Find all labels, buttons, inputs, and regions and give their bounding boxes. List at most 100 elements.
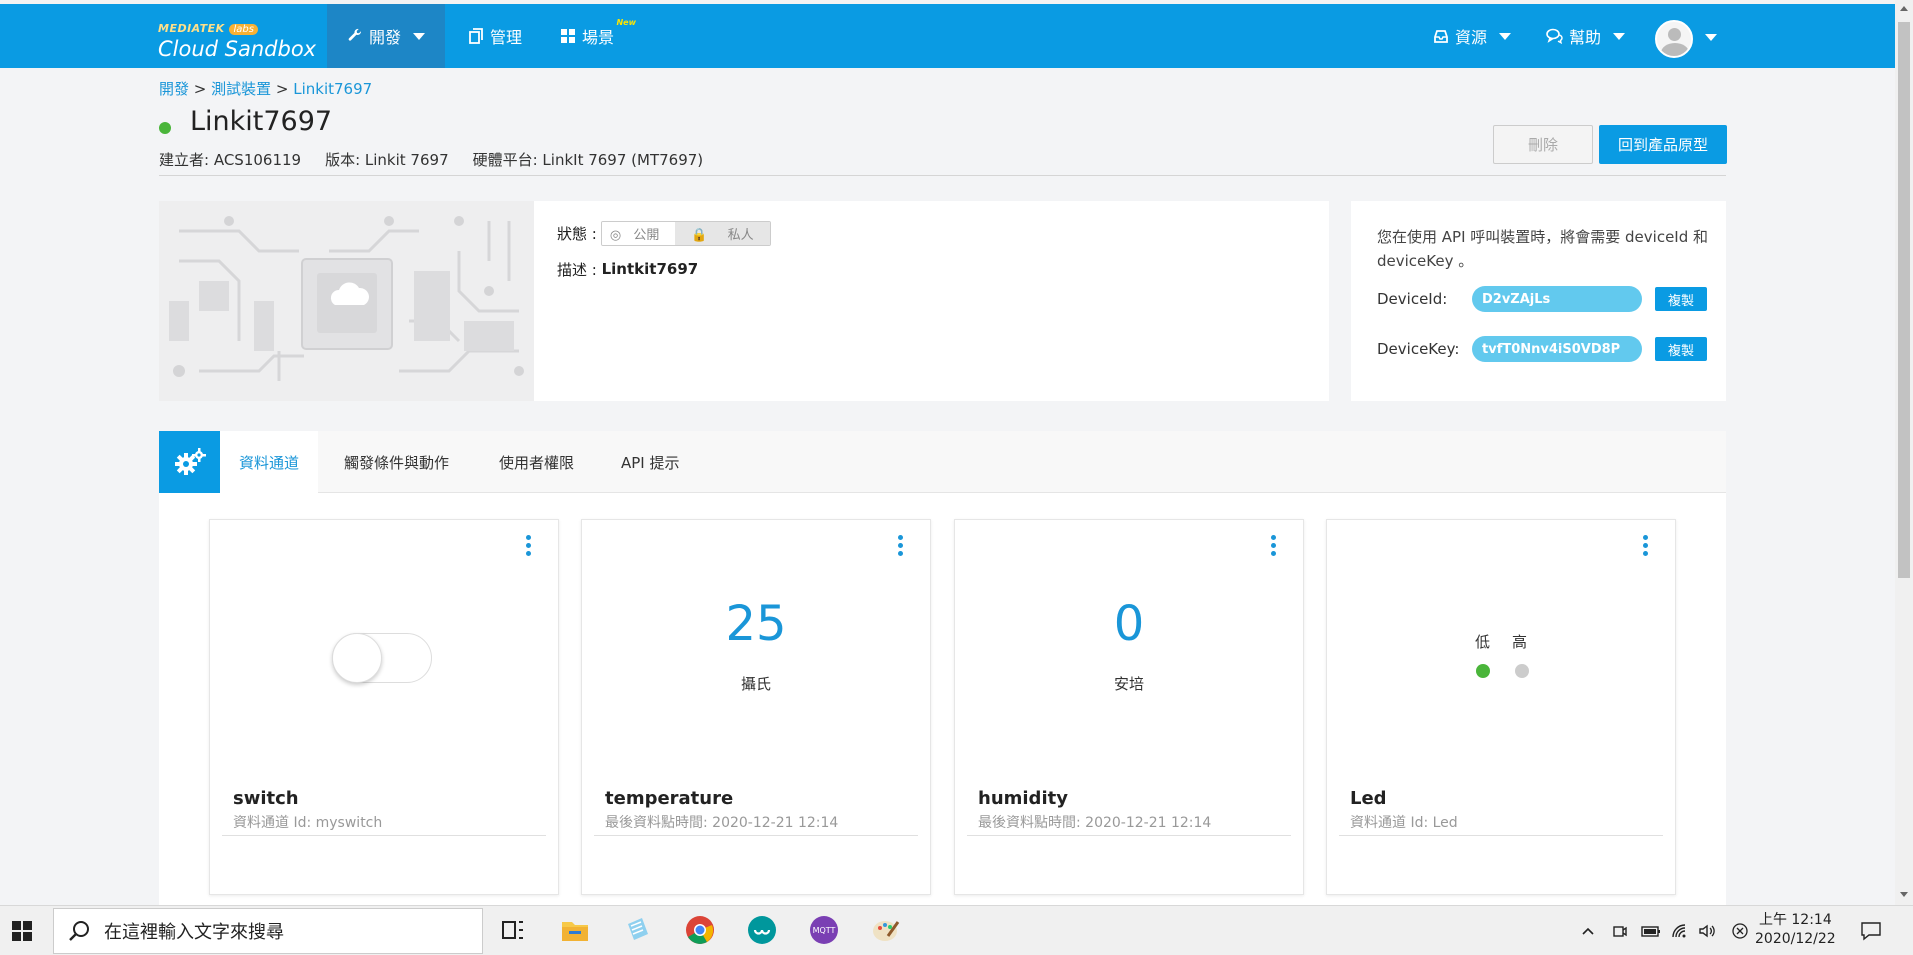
paint-icon[interactable] — [870, 914, 902, 946]
delete-button[interactable]: 刪除 — [1493, 125, 1593, 164]
vertical-scrollbar[interactable] — [1895, 0, 1913, 905]
private-option[interactable]: 🔒 私人 — [675, 221, 770, 245]
humidity-unit: 安培 — [1113, 675, 1144, 693]
nav-scenes-label: 場景 — [582, 28, 615, 47]
led-state-labels: 低 高 — [1475, 631, 1527, 652]
nav-help[interactable]: 幫助 — [1526, 4, 1645, 68]
nav-manage[interactable]: 管理 — [448, 4, 542, 68]
svg-text:MQTT: MQTT — [813, 926, 836, 935]
device-key-value[interactable]: tvfT0Nnv4iS0VD8P — [1472, 336, 1642, 362]
more-vertical-icon[interactable] — [898, 535, 904, 559]
visibility-toggle[interactable]: ◎ 公開 🔒 私人 — [600, 220, 771, 246]
device-platform: 硬體平台: LinkIt 7697 (MT7697) — [472, 151, 704, 169]
notification-icon[interactable] — [1860, 906, 1882, 955]
brand-logo[interactable]: MEDIATEK labs Cloud Sandbox — [158, 18, 316, 61]
nav-develop[interactable]: 開發 — [327, 4, 446, 68]
volume-icon[interactable] — [1698, 906, 1716, 955]
more-vertical-icon[interactable] — [1643, 535, 1649, 559]
arduino-icon[interactable] — [746, 914, 778, 946]
channel-name: humidity — [978, 788, 1068, 809]
breadcrumb-current[interactable]: Linkit7697 — [293, 80, 372, 98]
top-navbar: MEDIATEK labs Cloud Sandbox 開發 管理 場景 New… — [0, 0, 1895, 68]
last-datapoint-time: 最後資料點時間: 2020-12-21 12:14 — [978, 815, 1212, 831]
device-info: 狀態 : ◎ 公開 🔒 私人 描述 : Lintkit7697 — [557, 220, 771, 281]
breadcrumb-separator: > — [271, 80, 294, 98]
ime-off-icon[interactable] — [1731, 906, 1749, 955]
status-row: 狀態 : ◎ 公開 🔒 私人 — [557, 220, 771, 246]
lock-icon: 🔒 — [691, 227, 708, 243]
device-id-row: DeviceId: D2vZAjLs 複製 — [1377, 286, 1707, 312]
chevron-down-icon — [1613, 32, 1626, 40]
switch-toggle[interactable] — [332, 633, 432, 683]
device-key-row: DeviceKey: tvfT0Nnv4iS0VD8P 複製 — [1377, 336, 1707, 362]
user-avatar[interactable] — [1655, 20, 1693, 58]
tab-user-permissions[interactable]: 使用者權限 — [480, 431, 593, 493]
more-vertical-icon[interactable] — [526, 535, 532, 559]
grid-icon — [561, 29, 575, 43]
tab-triggers-actions[interactable]: 觸發條件與動作 — [325, 431, 468, 493]
windows-start-icon[interactable] — [12, 921, 32, 941]
wifi-icon[interactable] — [1671, 906, 1689, 955]
circuit-board-icon — [169, 216, 524, 381]
device-board-image — [159, 201, 534, 401]
channel-card-switch: switch 資料通道 Id: myswitch — [209, 519, 559, 895]
channel-id: 資料通道 Id: myswitch — [233, 815, 383, 831]
scroll-down-icon[interactable] — [1900, 892, 1908, 897]
nav-resources-label: 資源 — [1455, 28, 1488, 47]
led-low-radio[interactable] — [1476, 664, 1490, 678]
show-hidden-icons-chevron-icon[interactable] — [1580, 906, 1596, 955]
windows-taskbar: 在這裡輸入文字來搜尋 MQTT 上午 12:14 2020/12/22 — [0, 905, 1913, 955]
inbox-icon — [1434, 30, 1448, 43]
description-value: Lintkit7697 — [601, 260, 699, 278]
data-channels-panel: switch 資料通道 Id: myswitch 25 攝氏 temperatu… — [159, 493, 1726, 905]
scroll-up-icon[interactable] — [1900, 6, 1908, 11]
more-vertical-icon[interactable] — [1271, 535, 1277, 559]
gears-icon — [159, 431, 220, 493]
copy-icon — [469, 28, 483, 44]
card-divider — [222, 835, 546, 836]
back-to-prototype-button[interactable]: 回到產品原型 — [1599, 125, 1727, 164]
copy-device-id-button[interactable]: 複製 — [1655, 287, 1707, 311]
battery-icon[interactable] — [1641, 906, 1661, 955]
task-view-icon[interactable] — [497, 914, 529, 946]
channel-name: temperature — [605, 788, 734, 809]
brand-company: MEDIATEK — [158, 22, 225, 35]
new-badge: New — [616, 18, 636, 27]
status-label: 狀態 : — [557, 224, 597, 243]
file-explorer-icon[interactable] — [559, 914, 591, 946]
mqtt-app-icon[interactable]: MQTT — [808, 914, 840, 946]
channel-card-led: 低 高 Led 資料通道 Id: Led — [1326, 519, 1676, 895]
card-divider — [1339, 835, 1663, 836]
nav-help-label: 幫助 — [1569, 28, 1602, 47]
chrome-icon[interactable] — [684, 914, 716, 946]
notepad-icon[interactable] — [622, 914, 654, 946]
device-tabs: 資料通道 觸發條件與動作 使用者權限 API 提示 — [159, 431, 1726, 493]
taskbar-search-input[interactable]: 在這裡輸入文字來搜尋 — [53, 908, 483, 954]
breadcrumb: 開發 > 測試裝置 > Linkit7697 — [159, 78, 372, 99]
public-option[interactable]: ◎ 公開 — [601, 221, 676, 245]
api-note: 您在使用 API 呼叫裝置時，將會需要 deviceId 和 deviceKey… — [1377, 228, 1709, 270]
breadcrumb-test-devices[interactable]: 測試裝置 — [211, 80, 271, 98]
tab-data-channels[interactable]: 資料通道 — [220, 431, 319, 493]
led-high-radio[interactable] — [1515, 664, 1529, 678]
channel-name: Led — [1350, 788, 1387, 809]
copy-device-key-button[interactable]: 複製 — [1655, 337, 1707, 361]
nav-scenes[interactable]: 場景 New — [540, 4, 640, 68]
chat-icon — [1546, 28, 1563, 44]
nav-resources[interactable]: 資源 — [1413, 4, 1531, 68]
user-menu-chevron-icon[interactable] — [1705, 34, 1717, 41]
avatar-body — [1661, 43, 1689, 56]
header-divider — [159, 175, 1726, 176]
device-id-value[interactable]: D2vZAjLs — [1472, 286, 1642, 312]
tab-api-hints[interactable]: API 提示 — [602, 431, 699, 493]
page-title: Linkit7697 — [190, 106, 333, 137]
chevron-down-icon — [413, 32, 426, 40]
card-divider — [967, 835, 1291, 836]
scrollbar-thumb[interactable] — [1898, 22, 1910, 578]
breadcrumb-develop[interactable]: 開發 — [159, 80, 189, 98]
temperature-value: 25 — [725, 596, 787, 652]
temperature-unit: 攝氏 — [740, 675, 771, 693]
device-id-label: DeviceId: — [1377, 290, 1448, 308]
meet-now-icon[interactable] — [1612, 906, 1628, 955]
taskbar-clock[interactable]: 上午 12:14 2020/12/22 — [1755, 911, 1836, 949]
